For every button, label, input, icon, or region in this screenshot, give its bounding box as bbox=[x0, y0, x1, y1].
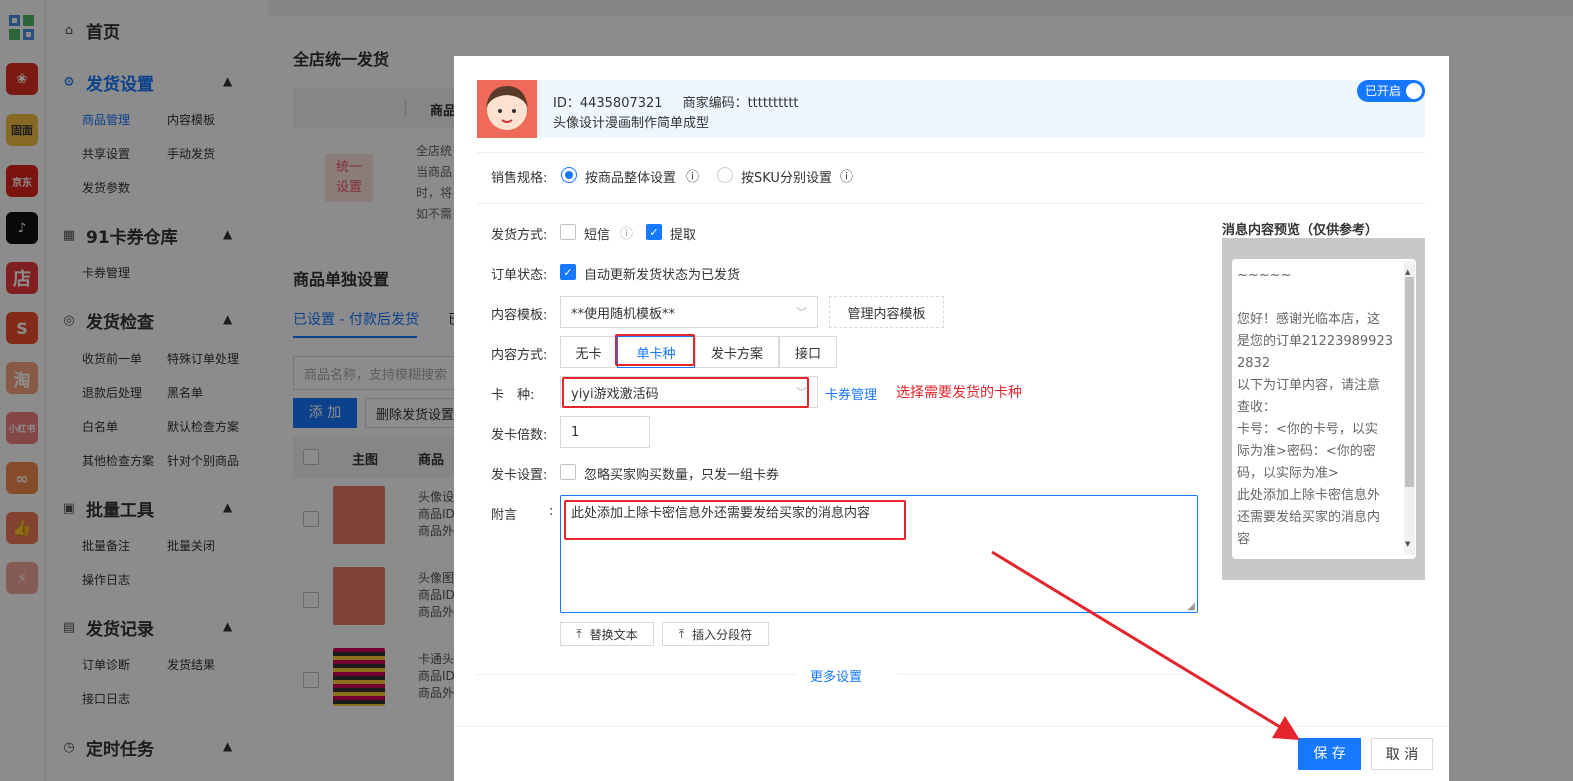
arrow-annotation-icon bbox=[991, 550, 1300, 740]
